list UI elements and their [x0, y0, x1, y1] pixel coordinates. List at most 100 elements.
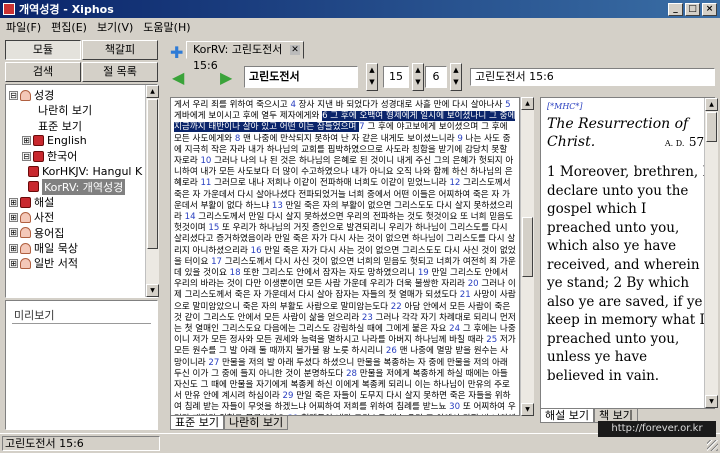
preview-panel: 미리보기	[5, 300, 158, 430]
scroll-down-arrow-icon[interactable]: ▼	[521, 403, 534, 416]
book-icon	[20, 196, 31, 208]
preview-divider	[12, 323, 151, 324]
maximize-button[interactable]: □	[685, 2, 700, 16]
scroll-up-arrow-icon[interactable]: ▲	[521, 97, 534, 110]
tab-commentary-view[interactable]: 해설 보기	[540, 409, 594, 423]
tree-item[interactable]: ⊞ 매일 묵상	[9, 241, 78, 255]
menu-file[interactable]: 파일(F)	[6, 19, 41, 35]
bible-text-pane[interactable]: 게서 우리 죄를 위하여 죽으시고 4 장사 지낸 바 되었다가 성경대로 사흘…	[170, 97, 520, 416]
commentary-body: 1 Moreover, brethren, I declare unto you…	[547, 164, 708, 384]
tree-item[interactable]: ⊟ 성경	[9, 88, 54, 102]
back-arrow-icon[interactable]: ◀	[172, 68, 184, 87]
tab-standard-view[interactable]: 표준 보기	[170, 416, 224, 430]
tree-item[interactable]: 나란히 보기	[38, 103, 92, 117]
tree-item[interactable]: ⊟ 한국어	[22, 149, 77, 163]
scroll-thumb[interactable]	[147, 99, 158, 249]
menu-bar: 파일(F) 편집(E) 보기(V) 도움말(H)	[0, 18, 720, 36]
bookmarks-button[interactable]: 책갈피	[82, 40, 158, 60]
text-scrollbar[interactable]: ▲ ▼	[520, 97, 534, 416]
tree-item-label: 용어집	[34, 226, 65, 240]
forward-arrow-icon[interactable]: ▶	[220, 68, 232, 87]
book-icon	[28, 181, 39, 193]
book-select[interactable]: 고린도전서	[244, 66, 358, 88]
expand-icon[interactable]: ⊞	[9, 212, 18, 222]
verse-number: 24	[449, 324, 461, 335]
commentary-scrollbar[interactable]: ▲ ▼	[704, 98, 718, 408]
tree-item-label: 해설	[34, 196, 55, 210]
verse-number: 15	[208, 223, 220, 234]
module-tree: ⊟ 성경 나란히 보기 표준 보기 ⊞ English ⊟ 한국어 KorHKJV: Hangu…	[5, 84, 158, 298]
expand-icon[interactable]: ⊞	[22, 136, 31, 146]
scroll-up-arrow-icon[interactable]: ▲	[146, 85, 159, 98]
verse-number: 30	[449, 402, 461, 413]
title-bar: 개역성경 - Xiphos _ □ ×	[0, 0, 720, 18]
close-tab-icon[interactable]: ✕	[290, 45, 300, 55]
modules-button[interactable]: 모듈	[5, 40, 81, 60]
expand-icon[interactable]: ⊞	[9, 197, 18, 207]
tree-item[interactable]: ⊞ English	[22, 134, 87, 148]
verse-number: 10	[200, 156, 212, 167]
tree-item[interactable]: KorRV: 개역성경	[28, 178, 126, 195]
tree-item[interactable]: ⊞ 사전	[9, 210, 54, 224]
tree-item-label: 한국어	[47, 150, 78, 164]
verse-number: 31	[288, 414, 299, 415]
verse-number: 13	[271, 200, 283, 211]
reference-entry[interactable]: 고린도전서 15:6	[470, 68, 715, 86]
verse-number: 11	[200, 178, 212, 189]
verse-number: 18	[229, 268, 241, 279]
book-select-value: 고린도전서	[249, 70, 300, 83]
verse-number: 5	[505, 100, 511, 110]
tree-item[interactable]: ⊞ 일반 서적	[9, 256, 78, 270]
commentary-pane[interactable]: [*MHC*] The Resurrection of Christ. A. D…	[540, 97, 715, 409]
scroll-down-arrow-icon[interactable]: ▼	[705, 395, 718, 408]
scroll-down-arrow-icon[interactable]: ▼	[146, 284, 159, 297]
book-icon	[28, 166, 39, 177]
close-button[interactable]: ×	[702, 2, 717, 16]
tree-item-label: English	[47, 134, 87, 148]
menu-help[interactable]: 도움말(H)	[143, 19, 190, 35]
verse-number: 25	[486, 335, 498, 346]
verse-text: 게서 우리 죄를 위하여 죽으시고	[174, 100, 291, 110]
verse-number: 16	[250, 245, 262, 256]
collapse-icon[interactable]: ⊟	[22, 151, 31, 161]
window-title: 개역성경 - Xiphos	[19, 3, 114, 16]
book-icon	[33, 150, 44, 162]
menu-edit[interactable]: 편집(E)	[51, 19, 87, 35]
app-icon	[3, 3, 15, 15]
resize-grip-icon[interactable]	[707, 440, 718, 451]
tab-parallel-view[interactable]: 나란히 보기	[223, 416, 289, 430]
verse-number: 12	[449, 178, 461, 189]
tree-item[interactable]: ⊞ 용어집	[9, 226, 64, 240]
chapter-field[interactable]: 15	[383, 66, 409, 88]
book-spin[interactable]: ▲ ▼	[366, 63, 378, 91]
tree-item[interactable]: KorHKJV: Hangul K	[28, 165, 142, 179]
search-button[interactable]: 검색	[5, 62, 81, 82]
tree-item-label: 일반 서적	[34, 257, 78, 271]
minimize-button[interactable]: _	[668, 2, 683, 16]
folder-icon	[20, 89, 31, 101]
expand-icon[interactable]: ⊞	[9, 228, 18, 238]
expand-icon[interactable]: ⊞	[9, 243, 18, 253]
tree-item[interactable]: 표준 보기	[38, 119, 82, 133]
add-tab-icon[interactable]: ✚	[170, 43, 183, 62]
scroll-thumb[interactable]	[522, 217, 533, 277]
expand-icon[interactable]: ⊞	[9, 258, 18, 268]
verse-list-button[interactable]: 절 목록	[82, 62, 158, 82]
verse-spin[interactable]: ▲ ▼	[450, 63, 462, 91]
verse-number: 28	[346, 368, 358, 379]
collapse-icon[interactable]: ⊟	[9, 90, 18, 100]
tree-scrollbar[interactable]: ▲ ▼	[145, 85, 159, 297]
verse-number: 27	[208, 357, 220, 368]
verse-number: 23	[361, 312, 373, 323]
tab-korrv[interactable]: KorRV: 고린도전서 15:6 ✕	[186, 41, 304, 72]
watermark-url: http://forever.or.kr	[598, 421, 716, 437]
verse-text: 그러므로 내나 저희나 이같이 전파하매 너희도 이같이 믿었느니라	[211, 178, 450, 189]
scroll-up-arrow-icon[interactable]: ▲	[705, 98, 718, 111]
tree-item[interactable]: ⊞ 해설	[9, 195, 54, 209]
tree-item-label: 나란히 보기	[38, 104, 93, 118]
verse-field[interactable]: 6	[425, 66, 447, 88]
scroll-thumb[interactable]	[706, 112, 717, 142]
chapter-spin[interactable]: ▲ ▼	[412, 63, 424, 91]
verse-text: 게바에게 보이시고 후에 열두 제자에게와	[174, 111, 323, 122]
menu-view[interactable]: 보기(V)	[97, 19, 133, 35]
